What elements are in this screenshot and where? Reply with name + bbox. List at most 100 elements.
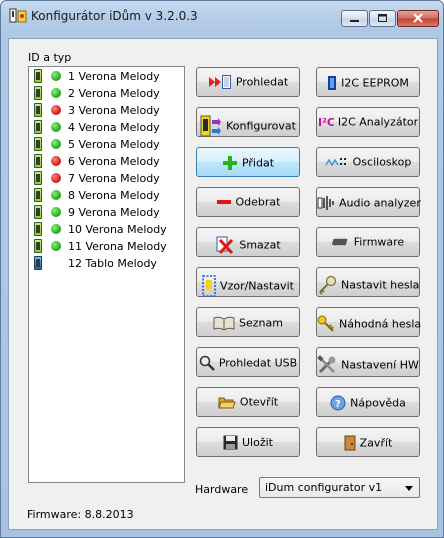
list-item-label: 1 Verona Melody — [68, 70, 160, 83]
status-led-icon — [51, 105, 61, 115]
chip-icon — [328, 76, 337, 90]
napoveda-button[interactable]: ? Nápověda — [316, 387, 420, 417]
nastavit-hesla-button[interactable]: Nastavit hesla — [316, 267, 420, 297]
oscilloscope-icon — [324, 158, 346, 167]
hardware-select-value: iDum configurator v1 — [265, 481, 383, 494]
main-window: Konfigurátor iDům v 3.2.0.3 ID a typ 1 V… — [0, 0, 444, 538]
open-folder-icon — [218, 397, 236, 409]
maximize-icon — [378, 14, 387, 22]
svg-text:I²C: I²C — [318, 116, 334, 129]
button-label: I2C Analyzátor — [337, 115, 419, 129]
ulozit-button[interactable]: Uložit — [196, 427, 300, 457]
firmware-button[interactable]: Firmware — [316, 227, 420, 257]
zavrit-button[interactable]: Zavřít — [316, 427, 420, 457]
list-item-label: 7 Verona Melody — [68, 172, 160, 185]
list-item[interactable]: 1 Verona Melody — [29, 68, 184, 85]
status-led-icon — [51, 173, 61, 183]
smazat-button[interactable]: Smazat — [196, 227, 300, 257]
list-item[interactable]: 8 Verona Melody — [29, 187, 184, 204]
device-icon — [34, 86, 42, 100]
button-label: Firmware — [353, 235, 405, 249]
list-item-label: 5 Verona Melody — [68, 138, 160, 151]
list-item[interactable]: 10 Verona Melody — [29, 221, 184, 238]
list-item-label: 8 Verona Melody — [68, 189, 160, 202]
vzor-nastavit-button[interactable]: Vzor/Nastavit — [196, 267, 300, 297]
list-item[interactable]: 2 Verona Melody — [29, 85, 184, 102]
minus-icon — [216, 200, 231, 204]
key-icon — [319, 275, 337, 295]
button-label: Nastavení HW — [341, 358, 419, 372]
audio-analyzer-button[interactable]: Audio analyzer — [316, 187, 421, 217]
button-label: Vzor/Nastavit — [220, 279, 294, 293]
chevron-down-icon — [405, 486, 413, 491]
title-bar[interactable]: Konfigurátor iDům v 3.2.0.3 — [1, 1, 443, 31]
device-icon — [34, 120, 42, 134]
hardware-select[interactable]: iDum configurator v1 — [259, 477, 420, 498]
firmware-chip-icon — [331, 238, 348, 246]
odebrat-button[interactable]: Odebrat — [196, 187, 300, 217]
status-led-icon — [51, 71, 61, 81]
nastaveni-hw-button[interactable]: Nastavení HW — [316, 347, 420, 377]
i2c-eeprom-button[interactable]: I2C EEPROM — [316, 67, 420, 97]
device-icon — [34, 239, 42, 253]
list-item[interactable]: 3 Verona Melody — [29, 102, 184, 119]
list-item-label: 9 Verona Melody — [68, 206, 160, 219]
list-item[interactable]: 6 Verona Melody — [29, 153, 184, 170]
list-item-label: 6 Verona Melody — [68, 155, 160, 168]
otevrit-button[interactable]: Otevřít — [196, 387, 300, 417]
device-icon — [34, 188, 42, 202]
app-icon — [9, 8, 27, 23]
list-header: ID a typ — [28, 51, 72, 64]
status-led-icon — [51, 139, 61, 149]
save-icon — [223, 435, 238, 450]
list-item[interactable]: 7 Verona Melody — [29, 170, 184, 187]
button-label: Odebrat — [235, 195, 281, 209]
konfigurovat-button[interactable]: Konfigurovat — [196, 107, 300, 137]
list-item[interactable]: 11 Verona Melody — [29, 238, 184, 255]
osciloskop-button[interactable]: Osciloskop — [316, 147, 420, 177]
plus-icon — [222, 156, 237, 170]
prohledat-usb-button[interactable]: Prohledat USB — [196, 347, 300, 377]
client-area: ID a typ 1 Verona Melody 2 Verona Melody… — [8, 38, 438, 530]
device-list[interactable]: 1 Verona Melody 2 Verona Melody 3 Verona… — [28, 66, 185, 483]
status-led-icon — [51, 241, 61, 251]
button-label: Prohledat USB — [218, 356, 298, 370]
magnifier-icon — [199, 355, 215, 371]
book-icon — [213, 316, 235, 331]
configure-icon — [200, 115, 222, 137]
exit-door-icon — [344, 435, 356, 451]
list-item[interactable]: 12 Tablo Melody — [29, 255, 184, 272]
button-label: Konfigurovat — [226, 119, 296, 133]
button-label: Nápověda — [350, 396, 406, 410]
pridat-button[interactable]: Přidat — [196, 147, 300, 177]
close-button[interactable] — [397, 10, 439, 27]
firmware-status: Firmware: 8.8.2013 — [27, 508, 134, 521]
list-item[interactable]: 5 Verona Melody — [29, 136, 184, 153]
status-led-icon — [51, 190, 61, 200]
button-label: Uložit — [242, 436, 273, 449]
minimize-button[interactable] — [341, 10, 368, 27]
button-label: Audio analyzer — [339, 196, 421, 210]
button-label: Osciloskop — [352, 155, 412, 169]
template-icon — [202, 275, 216, 297]
close-icon — [413, 13, 423, 23]
i2c-analyzator-button[interactable]: I²C I2C Analyzátor — [316, 107, 420, 137]
button-label: Smazat — [239, 238, 281, 252]
list-item[interactable]: 9 Verona Melody — [29, 204, 184, 221]
list-item-label: 11 Verona Melody — [68, 240, 167, 253]
status-led-icon — [51, 88, 61, 98]
button-label: Otevřít — [239, 395, 279, 409]
status-led-icon — [51, 122, 61, 132]
maximize-button[interactable] — [369, 10, 396, 27]
device-icon — [34, 69, 42, 83]
nahodna-hesla-button[interactable]: Náhodná hesla — [316, 307, 421, 337]
delete-icon — [216, 236, 234, 255]
list-item[interactable]: 4 Verona Melody — [29, 119, 184, 136]
list-item-label: 3 Verona Melody — [68, 104, 160, 117]
minimize-icon — [350, 20, 359, 22]
svg-text:?: ? — [335, 399, 341, 410]
prohledat-button[interactable]: Prohledat — [196, 67, 300, 97]
button-label: Nastavit hesla — [341, 278, 420, 292]
seznam-button[interactable]: Seznam — [196, 307, 300, 337]
device-icon — [34, 205, 42, 219]
